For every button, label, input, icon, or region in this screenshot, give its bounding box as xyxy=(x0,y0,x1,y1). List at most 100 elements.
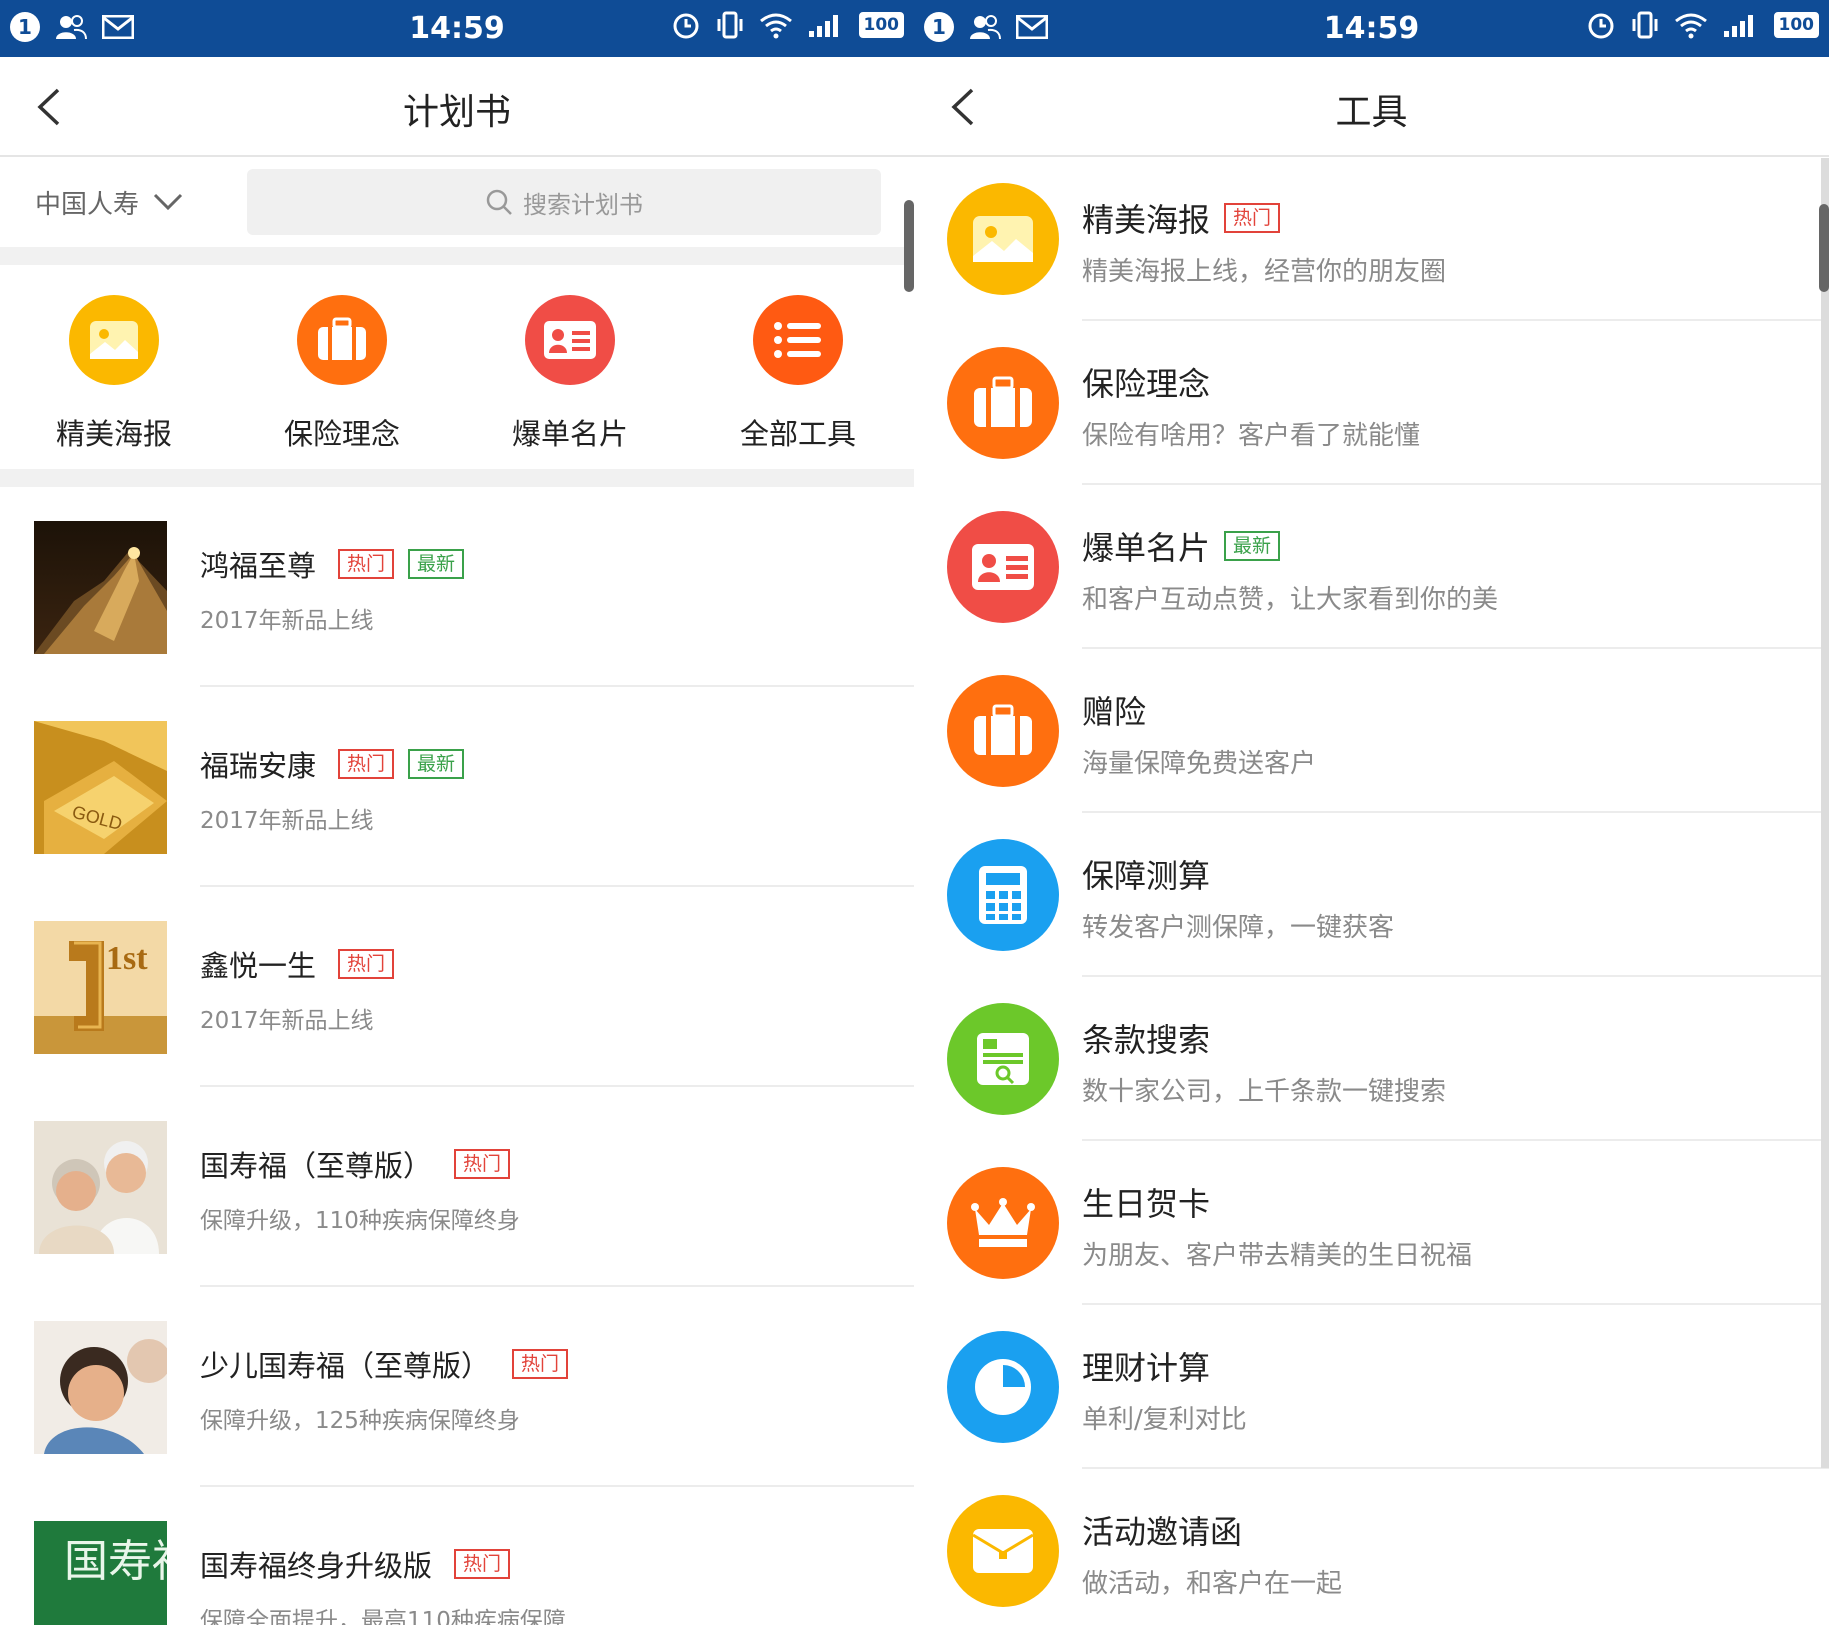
scrollbar[interactable] xyxy=(1819,204,1829,292)
signal-icon xyxy=(808,15,838,37)
list-item[interactable]: 赠险 海量保障免费送客户 xyxy=(914,649,1829,813)
list-item[interactable]: 精美海报 热门 精美海报上线，经营你的朋友圈 xyxy=(914,157,1829,321)
briefcase-icon xyxy=(947,675,1059,787)
green-seal-thumb: 国寿福 xyxy=(34,1521,167,1625)
filter-bar: 中国人寿 搜索计划书 xyxy=(0,157,914,247)
page-title: 工具 xyxy=(1335,92,1408,133)
list-item[interactable]: 理财计算 单利/复利对比 xyxy=(914,1305,1829,1469)
search-icon xyxy=(486,189,512,215)
tool-subtitle: 精美海报上线，经营你的朋友圈 xyxy=(1082,257,1447,287)
quick-tool-label: 爆单名片 xyxy=(511,417,628,451)
list-item[interactable]: 活动邀请函 做活动，和客户在一起 xyxy=(914,1469,1829,1625)
hot-badge: 热门 xyxy=(338,749,395,779)
tool-name: 保障测算 xyxy=(1082,857,1211,895)
list-item[interactable]: 条款搜索 数十家公司，上千条款一键搜索 xyxy=(914,977,1829,1141)
product-subtitle: 2017年新品上线 xyxy=(200,608,374,634)
list-item[interactable]: 鸿福至尊 热门 最新 2017年新品上线 xyxy=(0,487,914,687)
seal-text: 国寿福 xyxy=(64,1536,167,1587)
list-item[interactable]: 国寿福 国寿福终身升级版 热门 保障全面提升，最高110种疾病保障 xyxy=(0,1487,914,1625)
tool-subtitle: 数十家公司，上千条款一键搜索 xyxy=(1082,1077,1447,1107)
quick-tool-label: 保险理念 xyxy=(283,417,400,451)
tool-name: 赠险 xyxy=(1082,693,1147,731)
alarm-icon xyxy=(1588,13,1613,39)
list-item[interactable]: 爆单名片 最新 和客户互动点赞，让大家看到你的美 xyxy=(914,485,1829,649)
company-selector-label: 中国人寿 xyxy=(35,189,140,220)
card-icon xyxy=(525,295,615,385)
document-search-icon xyxy=(947,1003,1059,1115)
poster-icon xyxy=(69,295,159,385)
briefcase-icon xyxy=(297,295,387,385)
tool-name: 保险理念 xyxy=(1082,365,1211,403)
product-name: 福瑞安康 xyxy=(200,749,317,783)
list-item[interactable]: 生日贺卡 为朋友、客户带去精美的生日祝福 xyxy=(914,1141,1829,1305)
status-bar: 1 14:59 100 xyxy=(0,0,914,57)
calculator-icon xyxy=(947,839,1059,951)
quick-tool-poster[interactable]: 精美海报 xyxy=(0,295,228,469)
chevron-down-icon xyxy=(153,193,183,211)
tool-name: 条款搜索 xyxy=(1082,1021,1211,1059)
scrollbar[interactable] xyxy=(904,200,914,292)
envelope-icon xyxy=(947,1495,1059,1607)
list-item[interactable]: 国寿福（至尊版） 热门 保障升级，110种疾病保障终身 xyxy=(0,1087,914,1287)
vibrate-icon xyxy=(717,11,742,39)
quick-tool-all[interactable]: 全部工具 xyxy=(684,295,912,469)
quick-tools-row: 精美海报 保险理念 爆单名片 全部工具 xyxy=(0,265,914,469)
tool-name: 爆单名片 xyxy=(1082,529,1211,567)
list-item[interactable]: 少儿国寿福（至尊版） 热门 保障升级，125种疾病保障终身 xyxy=(0,1287,914,1487)
vibrate-icon xyxy=(1632,11,1657,39)
elderly-couple-thumb xyxy=(34,1121,167,1254)
crown-icon xyxy=(947,1167,1059,1279)
card-icon xyxy=(947,511,1059,623)
new-badge: 最新 xyxy=(408,749,465,779)
list-item[interactable]: 保险理念 保险有啥用？客户看了就能懂 xyxy=(914,321,1829,485)
product-subtitle: 2017年新品上线 xyxy=(200,1008,374,1034)
product-name: 鸿福至尊 xyxy=(200,549,317,583)
signal-icon xyxy=(1723,15,1753,37)
child-thumb xyxy=(34,1321,167,1454)
list-item[interactable]: 1st 鑫悦一生 热门 2017年新品上线 xyxy=(0,887,914,1087)
new-badge: 最新 xyxy=(1224,531,1281,561)
list-icon xyxy=(753,295,843,385)
tool-subtitle: 和客户互动点赞，让大家看到你的美 xyxy=(1082,585,1499,615)
hot-badge: 热门 xyxy=(454,1149,511,1179)
trophy-text: 1st xyxy=(106,940,148,977)
list-item[interactable]: 保障测算 转发客户测保障，一键获客 xyxy=(914,813,1829,977)
hot-badge: 热门 xyxy=(1224,203,1281,233)
tool-name: 理财计算 xyxy=(1082,1349,1211,1387)
product-name: 国寿福（至尊版） xyxy=(200,1149,433,1183)
tool-subtitle: 转发客户测保障，一键获客 xyxy=(1082,913,1395,943)
hot-badge: 热门 xyxy=(338,949,395,979)
quick-tool-concept[interactable]: 保险理念 xyxy=(228,295,456,469)
tool-subtitle: 为朋友、客户带去精美的生日祝福 xyxy=(1082,1241,1473,1271)
product-subtitle: 2017年新品上线 xyxy=(200,808,374,834)
product-list: 鸿福至尊 热门 最新 2017年新品上线 GOLD 福瑞安康 热门 最新 201… xyxy=(0,487,914,1625)
tool-name: 活动邀请函 xyxy=(1082,1513,1243,1551)
trophy-thumb: 1st xyxy=(34,921,167,1054)
section-divider xyxy=(0,247,914,265)
alarm-icon xyxy=(673,13,698,39)
quick-tool-card[interactable]: 爆单名片 xyxy=(456,295,684,469)
poster-icon xyxy=(947,183,1059,295)
company-selector[interactable]: 中国人寿 xyxy=(35,184,247,221)
battery-icon: 100 xyxy=(858,12,904,38)
hot-badge: 热门 xyxy=(338,549,395,579)
product-name: 少儿国寿福（至尊版） xyxy=(200,1349,491,1383)
tool-name: 生日贺卡 xyxy=(1082,1185,1211,1223)
tool-subtitle: 单利/复利对比 xyxy=(1082,1405,1247,1435)
search-input[interactable]: 搜索计划书 xyxy=(247,169,881,235)
search-placeholder: 搜索计划书 xyxy=(523,190,643,219)
hot-badge: 热门 xyxy=(454,1549,511,1579)
scroll-track xyxy=(1821,158,1829,1468)
mountain-thumb xyxy=(34,521,167,654)
tools-screen: 1 14:59 100 工具 精美海报 热门 精美海报上线，经营你的朋友圈 保险… xyxy=(914,0,1829,1625)
page-title: 计划书 xyxy=(402,92,511,133)
section-divider xyxy=(0,469,914,487)
wifi-icon xyxy=(759,13,792,39)
tool-subtitle: 海量保障免费送客户 xyxy=(1082,749,1317,779)
new-badge: 最新 xyxy=(408,549,465,579)
hot-badge: 热门 xyxy=(512,1349,569,1379)
nav-bar: 工具 xyxy=(914,57,1829,157)
tool-name: 精美海报 xyxy=(1082,201,1211,239)
product-name: 国寿福终身升级版 xyxy=(200,1549,433,1583)
list-item[interactable]: GOLD 福瑞安康 热门 最新 2017年新品上线 xyxy=(0,687,914,887)
